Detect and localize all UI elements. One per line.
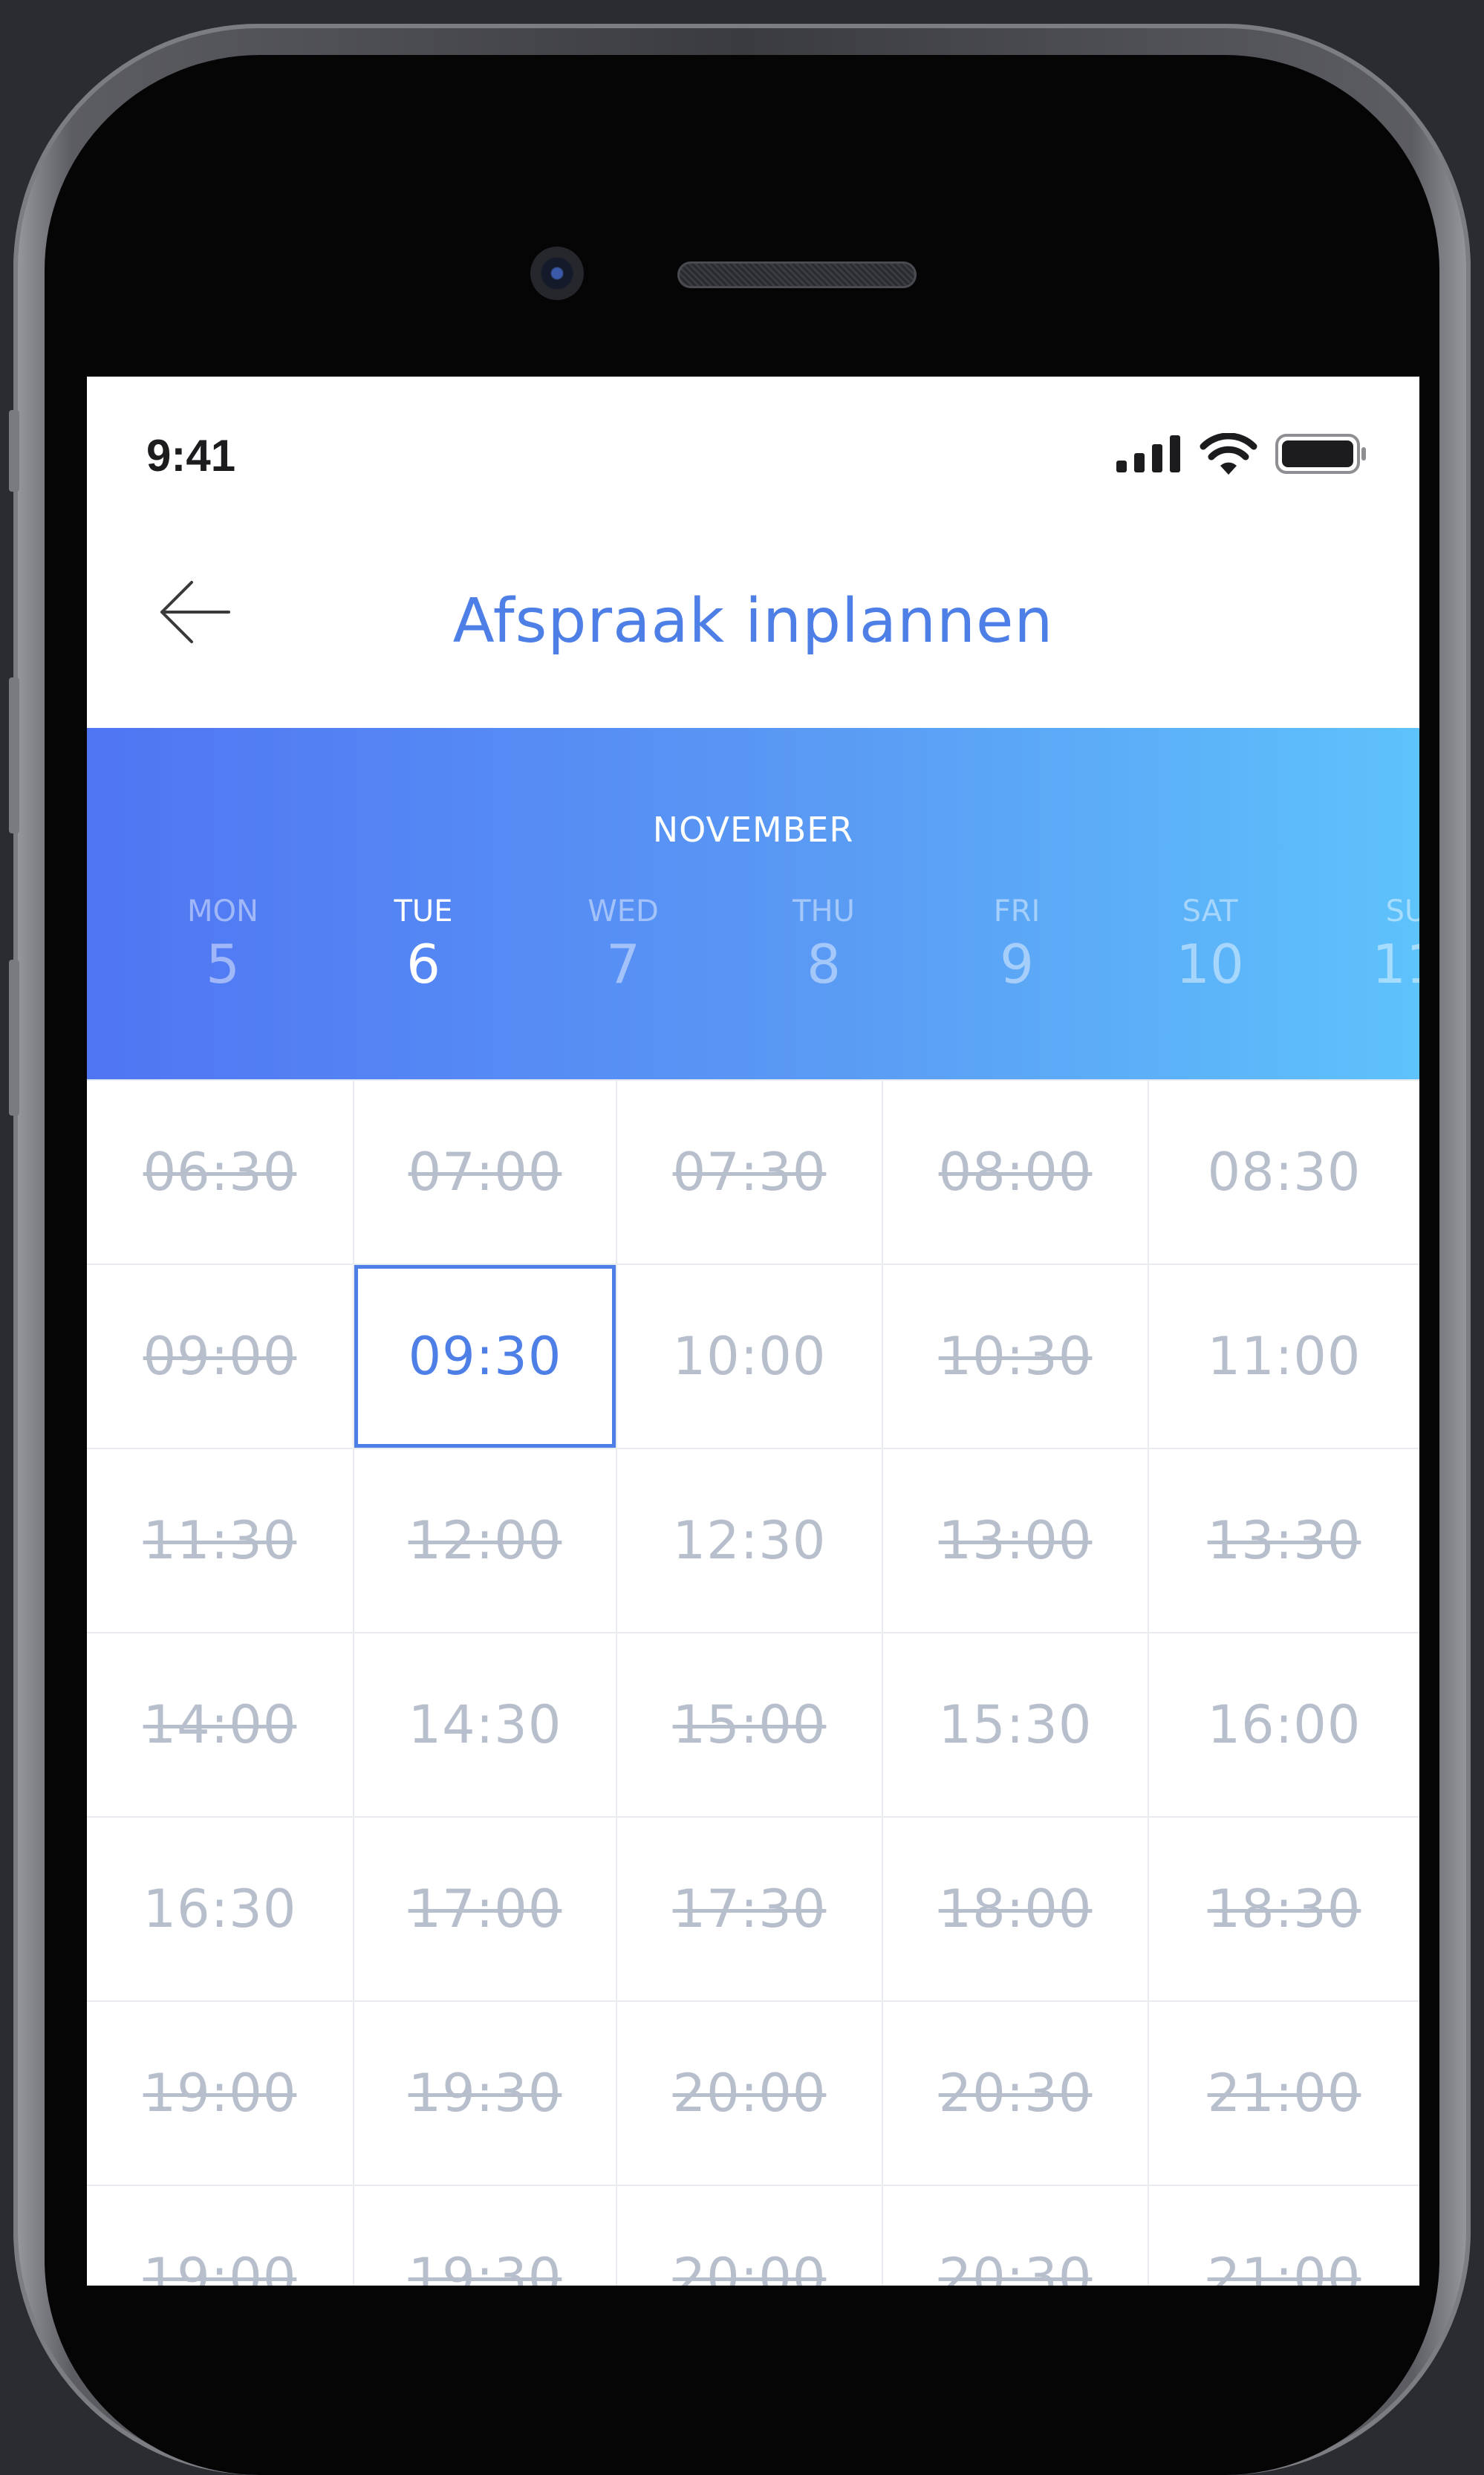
status-icons [1116,432,1367,476]
time-slot[interactable]: 15:30 [883,1633,1149,1816]
day-number: 8 [807,933,841,995]
time-slot-unavailable: 13:00 [883,1449,1149,1632]
time-slot-row: 06:30 07:00 07:30 08:00 08:30 [87,1081,1419,1265]
time-slot-row: 16:30 17:00 17:30 18:00 18:30 [87,1818,1419,2002]
time-slot-unavailable: 19:00 [87,2002,354,2185]
time-slot[interactable]: 14:30 [354,1633,617,1816]
month-label: NOVEMBER [652,810,854,850]
time-slot-unavailable: 08:00 [883,1081,1149,1263]
day-mon[interactable]: MON 5 [149,894,297,995]
time-slot-unavailable: 17:30 [617,1818,883,2000]
week-calendar: NOVEMBER MON 5 TUE 6 WED 7 THU 8 FRI 9 SAT 10 SU 11 [87,728,1419,1079]
cellular-signal-icon [1116,435,1180,472]
time-slot-unavailable: 20:30 [883,2002,1149,2185]
page-title: Afspraak inplannen [452,586,1054,657]
time-slot-unavailable: 10:30 [883,1265,1149,1448]
day-number: 11 [1372,933,1419,995]
day-name: WED [588,894,659,928]
day-number: 10 [1176,933,1244,995]
time-slot-row: 14:00 14:30 15:00 15:30 16:00 [87,1633,1419,1818]
time-slot-unavailable: 20:00 [617,2002,883,2185]
day-number: 6 [406,933,440,995]
time-slot-selected[interactable]: 09:30 [354,1265,617,1448]
time-slot-unavailable: 13:30 [1207,1510,1361,1571]
time-slot[interactable]: 10:00 [617,1265,883,1448]
time-slot[interactable]: 12:30 [617,1449,883,1632]
battery-icon [1275,434,1366,474]
time-slot-row: 09:00 09:30 10:00 10:30 11:00 [87,1265,1419,1449]
time-slot-unavailable: 17:00 [354,1818,617,2000]
time-slot[interactable]: 16:00 [1149,1633,1419,1816]
day-thu[interactable]: THU 8 [749,894,898,995]
time-slot-unavailable: 19:30 [354,2002,617,2185]
day-su[interactable]: SU 11 [1332,894,1419,995]
time-slot-unavailable: 07:30 [617,1081,883,1263]
day-name: THU [793,894,855,928]
time-slot-unavailable: 19:00 [87,2186,354,2286]
day-sat[interactable]: SAT 10 [1136,894,1284,995]
time-slot-unavailable: 19:30 [354,2186,617,2286]
time-slot[interactable]: 11:00 [1149,1265,1419,1448]
time-slot-unavailable: 15:00 [617,1633,883,1816]
time-slot-row: 19:00 19:30 20:00 20:30 21:00 [87,2186,1419,2286]
time-slot[interactable]: 16:30 [87,1818,354,2000]
app-screen: 9:41 Afspraak inplannen NOVEMBER MON 5 T… [87,377,1419,2286]
day-number: 5 [206,933,240,995]
day-name: SU [1385,894,1419,928]
day-number: 7 [606,933,640,995]
time-slot-unavailable: 21:00 [1207,2063,1361,2124]
time-slot-unavailable: 20:00 [617,2186,883,2286]
navigation-bar: Afspraak inplannen [87,525,1419,733]
volume-up-button [9,677,19,833]
time-slot-row: 11:30 12:00 12:30 13:00 13:30 [87,1449,1419,1633]
day-tue[interactable]: TUE 6 [349,894,498,995]
time-slot-unavailable: 18:00 [883,1818,1149,2000]
time-slot-unavailable: 14:00 [87,1633,354,1816]
day-name: TUE [394,894,453,928]
day-name: SAT [1182,894,1238,928]
wifi-icon [1200,433,1257,475]
day-fri[interactable]: FRI 9 [943,894,1091,995]
mute-switch [9,410,19,492]
time-slot-unavailable: 07:00 [354,1081,617,1263]
time-slot-unavailable: 09:00 [87,1265,354,1448]
day-name: FRI [993,894,1041,928]
status-time: 9:41 [146,431,236,481]
day-name: MON [187,894,258,928]
front-camera [530,247,584,300]
volume-down-button [9,960,19,1116]
earpiece-speaker [677,261,917,288]
time-slot-unavailable: 20:30 [883,2186,1149,2286]
day-wed[interactable]: WED 7 [549,894,697,995]
day-number: 9 [1000,933,1034,995]
time-slot-unavailable: 06:30 [87,1081,354,1263]
time-slot-unavailable: 11:30 [87,1449,354,1632]
time-slot-row: 19:00 19:30 20:00 20:30 21:00 [87,2002,1419,2186]
time-slot-unavailable: 12:00 [354,1449,617,1632]
time-slot-unavailable: 18:30 [1207,1879,1361,1939]
time-slot-grid: 06:30 07:00 07:30 08:00 08:30 09:00 09:30 10:00… [87,1079,1419,2286]
time-slot-unavailable: 21:00 [1207,2247,1361,2286]
time-slot[interactable]: 08:30 [1149,1081,1419,1263]
